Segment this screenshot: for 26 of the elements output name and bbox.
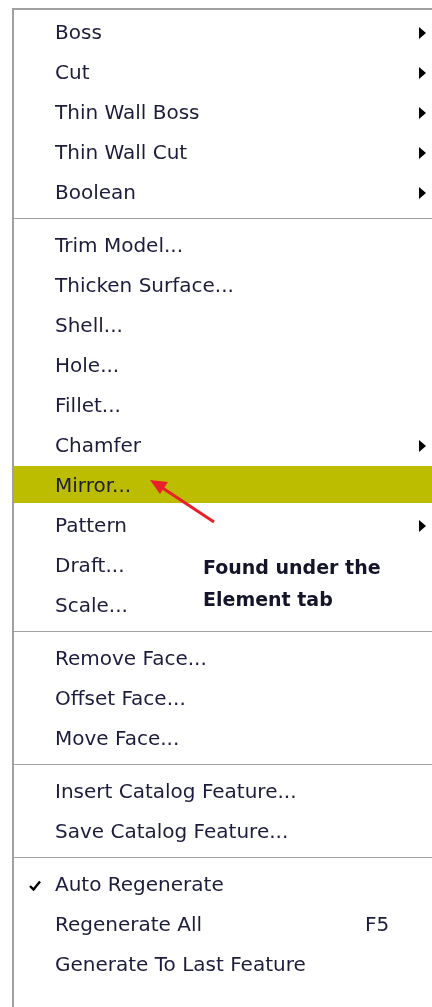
menu-item[interactable]: Shell... <box>55 313 123 337</box>
menu-item[interactable]: Move Face... <box>55 726 180 750</box>
menu-item[interactable]: Trim Model... <box>55 233 184 257</box>
menu-item[interactable]: Draft... <box>55 553 125 577</box>
menu-item[interactable]: Scale... <box>55 593 128 617</box>
menu-item[interactable]: Remove Face... <box>55 646 207 670</box>
menu-item[interactable]: Fillet... <box>55 393 121 417</box>
menu-item[interactable]: Offset Face... <box>55 686 186 710</box>
pointer-arrow <box>150 480 215 524</box>
menu-item[interactable]: Mirror... <box>14 466 432 503</box>
menu-item[interactable]: Thin Wall Cut <box>55 140 188 164</box>
menu-item[interactable]: Chamfer <box>55 433 141 457</box>
callout-text: Found under the Element tab <box>203 555 382 612</box>
menu-item[interactable]: Hole... <box>55 353 120 377</box>
shortcut-text: F5 <box>365 912 390 936</box>
menu-item[interactable]: Boss <box>55 20 102 44</box>
menu-item[interactable]: Save Catalog Feature... <box>55 819 289 843</box>
menu-item[interactable]: Thin Wall Boss <box>55 100 200 124</box>
menu-item[interactable]: Auto Regenerate <box>55 872 224 896</box>
menu-item[interactable]: Cut <box>55 60 90 84</box>
menu-item[interactable]: Generate To Last Feature <box>55 952 306 976</box>
menu-item[interactable]: Insert Catalog Feature... <box>55 779 297 803</box>
menu-item[interactable]: Regenerate All <box>55 912 203 936</box>
menu-item[interactable]: Thicken Surface... <box>55 273 234 297</box>
menu-item[interactable]: Boolean <box>55 180 136 204</box>
menu-item[interactable]: Pattern <box>55 513 127 537</box>
